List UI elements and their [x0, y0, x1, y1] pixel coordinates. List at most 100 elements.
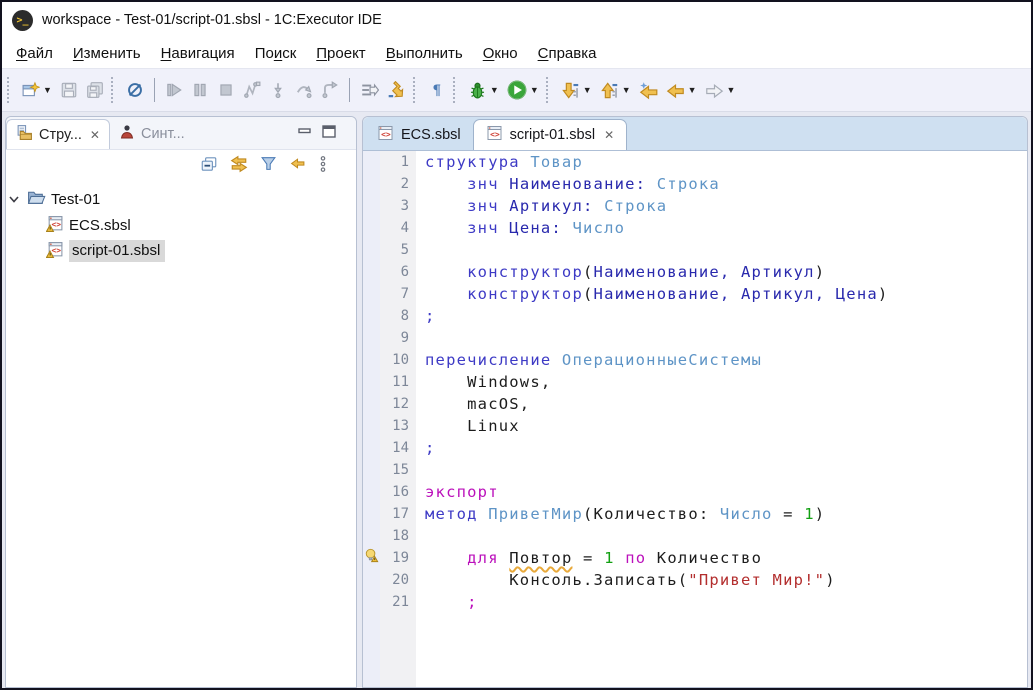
step-over-button[interactable] [292, 78, 316, 102]
close-icon[interactable]: ✕ [604, 128, 614, 142]
tree-item-project[interactable]: Test-01 [6, 186, 356, 212]
main-toolbar: ▼ ¶ ▼ ▼ ▼ ▼ ▼ ▼ [2, 68, 1031, 112]
code-text: macOS, [425, 395, 531, 413]
code-line[interactable]: 15 [363, 459, 1027, 481]
code-line[interactable]: 11 Windows, [363, 371, 1027, 393]
code-line[interactable]: 2 знч Наименование: Строка [363, 173, 1027, 195]
terminate-button[interactable] [214, 78, 238, 102]
focus-back-arrow-icon[interactable] [289, 155, 306, 177]
annotation-ruler[interactable] [363, 415, 380, 437]
code-line[interactable]: 3 знч Артикул: Строка [363, 195, 1027, 217]
toolbar-grip[interactable] [452, 77, 460, 103]
annotation-ruler[interactable] [363, 437, 380, 459]
collapse-all-icon[interactable] [200, 155, 218, 178]
quickfix-warning-bulb-icon[interactable] [364, 548, 379, 568]
close-icon[interactable]: ✕ [90, 128, 100, 142]
annotation-ruler[interactable] [363, 547, 380, 569]
save-all-button[interactable] [83, 78, 107, 102]
link-with-editor-icon[interactable] [230, 155, 248, 178]
editor-tab-ecs[interactable]: <> ECS.sbsl [365, 119, 473, 150]
step-filters-button[interactable] [240, 78, 264, 102]
menu-help[interactable]: Справка [528, 42, 607, 65]
annotation-ruler[interactable] [363, 195, 380, 217]
code-line[interactable]: 12 macOS, [363, 393, 1027, 415]
forward-button[interactable]: ▼ [702, 78, 739, 103]
code-line[interactable]: 17 метод ПриветМир(Количество: Число = 1) [363, 503, 1027, 525]
executor-terminal-icon[interactable]: >_ [12, 9, 33, 31]
resume-button[interactable] [162, 78, 186, 102]
step-return-button[interactable] [318, 78, 342, 102]
toolbar-grip[interactable] [7, 77, 14, 103]
maximize-view-icon[interactable] [322, 125, 336, 143]
step-into-button[interactable] [266, 78, 290, 102]
pause-icon [191, 81, 209, 99]
annotation-ruler[interactable] [363, 481, 380, 503]
annotation-ruler[interactable] [363, 591, 380, 613]
menu-navigate[interactable]: Навигация [151, 42, 245, 65]
code-line[interactable]: 19 для Повтор = 1 по Количество [363, 547, 1027, 569]
view-menu-icon[interactable] [318, 155, 328, 178]
code-line[interactable]: 7 конструктор(Наименование, Артикул, Цен… [363, 283, 1027, 305]
minimize-view-icon[interactable] [298, 125, 312, 143]
annotation-ruler[interactable] [363, 305, 380, 327]
annotation-ruler[interactable] [363, 151, 380, 173]
menu-edit[interactable]: Изменить [63, 42, 151, 65]
debug-button[interactable]: ▼ [465, 78, 502, 103]
annotation-ruler[interactable] [363, 239, 380, 261]
code-line[interactable]: 14; [363, 437, 1027, 459]
menu-run[interactable]: Выполнить [376, 42, 473, 65]
code-line[interactable]: 18 [363, 525, 1027, 547]
drop-to-frame-icon [387, 81, 406, 99]
code-line[interactable]: 4 знч Цена: Число [363, 217, 1027, 239]
drop-to-frame-button[interactable] [384, 78, 409, 102]
code-line[interactable]: 21 ; [363, 591, 1027, 613]
menu-window[interactable]: Окно [473, 42, 528, 65]
annotation-ruler[interactable] [363, 261, 380, 283]
next-annotation-button[interactable]: ▼ [558, 78, 595, 103]
code-line[interactable]: 16 экспорт [363, 481, 1027, 503]
menu-file[interactable]: Файл [6, 42, 63, 65]
pause-button[interactable] [188, 78, 212, 102]
chevron-expanded-icon[interactable] [6, 192, 22, 206]
back-button[interactable]: ▼ [663, 78, 700, 103]
menu-search[interactable]: Поиск [245, 42, 307, 65]
code-line[interactable]: 5 [363, 239, 1027, 261]
toolbar-grip[interactable] [412, 77, 420, 103]
code-editor[interactable]: 1 структура Товар 2 знч Наименование: Стро… [363, 151, 1027, 687]
filter-icon[interactable] [260, 155, 277, 177]
code-line[interactable]: 6 конструктор(Наименование, Артикул) [363, 261, 1027, 283]
code-line[interactable]: 9 [363, 327, 1027, 349]
annotation-ruler[interactable] [363, 327, 380, 349]
code-line[interactable]: 1 структура Товар [363, 151, 1027, 173]
code-line[interactable]: 20 Консоль.Записать("Привет Мир!") [363, 569, 1027, 591]
skip-all-breakpoints-button[interactable] [123, 78, 147, 102]
editor-tab-script01[interactable]: <> script-01.sbsl ✕ [472, 119, 628, 150]
annotation-ruler[interactable] [363, 569, 380, 591]
annotation-ruler[interactable] [363, 283, 380, 305]
menu-project[interactable]: Проект [306, 42, 375, 65]
annotation-ruler[interactable] [363, 503, 380, 525]
annotation-ruler[interactable] [363, 393, 380, 415]
run-button[interactable]: ▼ [504, 77, 542, 103]
annotation-ruler[interactable] [363, 217, 380, 239]
tree-item-file[interactable]: <> ECS.sbsl [6, 212, 356, 238]
save-button[interactable] [57, 78, 81, 102]
tab-structure-view[interactable]: Стру... ✕ [6, 119, 110, 149]
annotation-ruler[interactable] [363, 173, 380, 195]
tree-item-file-selected[interactable]: <> script-01.sbsl [6, 238, 356, 264]
new-wizard-button[interactable]: ▼ [19, 78, 55, 102]
last-edit-location-button[interactable] [636, 78, 661, 103]
toolbar-grip[interactable] [110, 77, 118, 103]
show-whitespace-button[interactable]: ¶ [425, 78, 449, 102]
annotation-ruler[interactable] [363, 349, 380, 371]
annotation-ruler[interactable] [363, 459, 380, 481]
toolbar-grip[interactable] [545, 77, 553, 103]
code-line[interactable]: 10 перечисление ОперационныеСистемы [363, 349, 1027, 371]
code-line[interactable]: 8; [363, 305, 1027, 327]
previous-annotation-button[interactable]: ▼ [597, 78, 634, 103]
code-line[interactable]: 13 Linux [363, 415, 1027, 437]
tab-syntax-view[interactable]: Синт... [110, 119, 194, 149]
run-to-line-button[interactable] [357, 78, 382, 102]
annotation-ruler[interactable] [363, 371, 380, 393]
annotation-ruler[interactable] [363, 525, 380, 547]
